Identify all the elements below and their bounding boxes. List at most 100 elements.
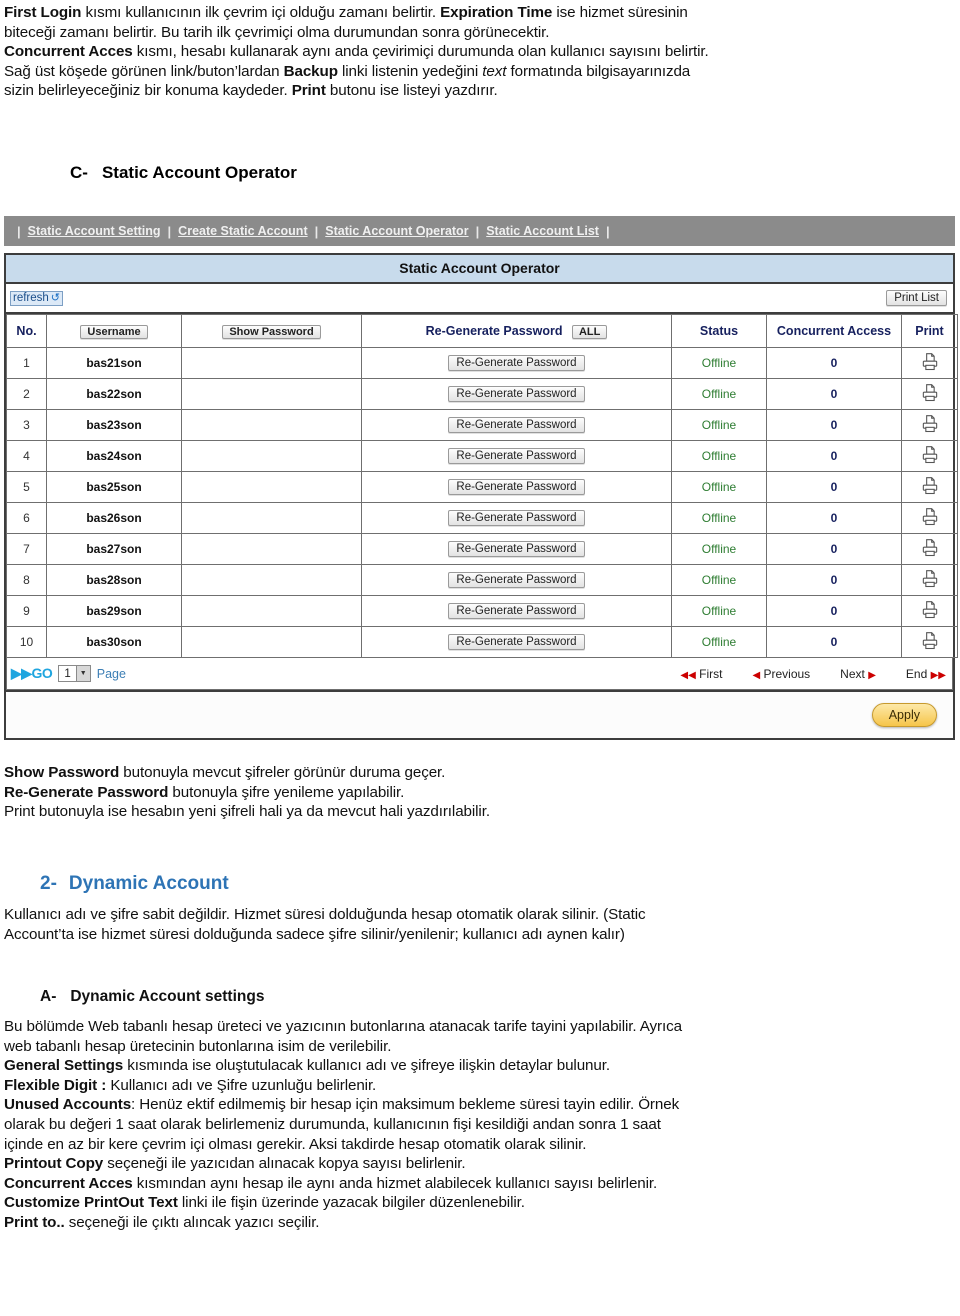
paragraph-p5: sizin belirleyeceğiniz bir konuma kayded…	[4, 81, 954, 101]
paragraph-a1: Show Password butonuyla mevcut şifreler …	[4, 763, 954, 783]
text-run: kısmından aynı hesap ile aynı anda hizme…	[132, 1174, 658, 1192]
static-account-operator-screenshot: | Static Account Setting | Create Static…	[4, 216, 958, 740]
printer-icon[interactable]	[920, 631, 940, 654]
heading-marker: C-	[70, 163, 88, 182]
apply-button[interactable]: Apply	[871, 703, 937, 727]
pagination-left: ▶▶GO 1 ▼ Page	[11, 665, 126, 682]
cell-username: bas22son	[46, 378, 182, 410]
document-page: First Login kısmı kullanıcının ilk çevri…	[0, 0, 960, 1316]
show-password-button[interactable]: Show Password	[222, 324, 321, 339]
heading-text: Dynamic Account settings	[70, 988, 265, 1005]
regenerate-password-button[interactable]: Re-Generate Password	[448, 634, 585, 650]
text-run: Bu bölümde Web tabanlı hesap üreteci ve …	[4, 1018, 682, 1035]
apply-bar: Apply	[4, 692, 955, 740]
cell-username: bas26son	[46, 502, 182, 534]
cell-regenerate: Re-Generate Password	[361, 471, 672, 503]
page-select[interactable]: 1 ▼	[58, 665, 91, 682]
dynamic-account-paragraphs: Kullanıcı adı ve şifre sabit değildir. H…	[4, 905, 954, 944]
cell-print	[901, 409, 958, 441]
cell-concurrent-access: 0	[766, 626, 902, 658]
paragraph-a3: Print butonuyla ise hesabın yeni şifreli…	[4, 802, 954, 822]
refresh-button[interactable]: refresh ↺	[10, 290, 64, 306]
table-row: 3 bas23son Re-Generate Password Offline 0	[6, 409, 958, 441]
printer-icon[interactable]	[920, 414, 940, 437]
menu-item-static-account-list[interactable]: Static Account List	[486, 224, 599, 238]
cell-print	[901, 595, 958, 627]
cell-password	[181, 502, 362, 534]
cell-username: bas30son	[46, 626, 182, 658]
regenerate-password-button[interactable]: Re-Generate Password	[448, 355, 585, 371]
double-chevron-right-icon: ▶▶	[11, 665, 32, 681]
paragraph-b9: Concurrent Acces kısmından aynı hesap il…	[4, 1174, 954, 1194]
after-screenshot-paragraphs: Show Password butonuyla mevcut şifreler …	[4, 763, 954, 822]
regenerate-password-button[interactable]: Re-Generate Password	[448, 510, 585, 526]
text-run: butonuyla şifre yenileme yapılabilir.	[168, 783, 405, 801]
regenerate-password-button[interactable]: Re-Generate Password	[448, 417, 585, 433]
printer-icon[interactable]	[920, 383, 940, 406]
text-run: linki ile fişin üzerinde yazacak bilgile…	[177, 1194, 525, 1212]
printer-icon[interactable]	[920, 569, 940, 592]
regenerate-password-label: Re-Generate Password	[425, 323, 563, 338]
refresh-label: refresh	[13, 291, 49, 304]
accounts-table: No. Username Show Password Re-Generate P…	[6, 314, 958, 658]
printer-icon[interactable]	[920, 445, 940, 468]
regenerate-password-button[interactable]: Re-Generate Password	[448, 448, 585, 464]
next-page-button[interactable]: Next ▶	[840, 667, 876, 681]
chevron-down-icon: ▼	[75, 666, 90, 681]
cell-regenerate: Re-Generate Password	[361, 347, 672, 379]
cell-no: 1	[6, 347, 47, 379]
printer-icon[interactable]	[920, 352, 940, 375]
table-row: 5 bas25son Re-Generate Password Offline 0	[6, 471, 958, 503]
first-page-button[interactable]: ◀◀ First	[680, 667, 722, 681]
end-page-button[interactable]: End ▶▶	[906, 667, 946, 681]
printer-icon[interactable]	[920, 476, 940, 499]
column-header-status: Status	[671, 314, 767, 348]
heading-marker: A-	[40, 988, 57, 1005]
intro-paragraphs: First Login kısmı kullanıcının ilk çevri…	[4, 3, 954, 101]
paragraph-b1: Bu bölümde Web tabanlı hesap üreteci ve …	[4, 1017, 954, 1037]
printer-icon[interactable]	[920, 538, 940, 561]
text-run: Unused Accounts	[4, 1096, 132, 1114]
cell-regenerate: Re-Generate Password	[361, 626, 672, 658]
paragraph-b11: Print to.. seçeneği ile çıktı alıncak ya…	[4, 1213, 954, 1233]
printer-icon[interactable]	[920, 507, 940, 530]
printer-icon[interactable]	[920, 600, 940, 623]
menu-item-static-account-setting[interactable]: Static Account Setting	[28, 224, 161, 238]
cell-password	[181, 440, 362, 472]
go-button[interactable]: ▶▶GO	[11, 665, 53, 682]
cell-no: 2	[6, 378, 47, 410]
cell-regenerate: Re-Generate Password	[361, 564, 672, 596]
print-list-button[interactable]: Print List	[886, 290, 947, 306]
text-run: Print to..	[4, 1213, 65, 1231]
cell-print	[901, 378, 958, 410]
heading-static-account-operator: C- Static Account Operator	[70, 163, 297, 183]
menu-separator: |	[17, 223, 21, 239]
paragraph-b8: Printout Copy seçeneği ile yazıcıdan alı…	[4, 1154, 954, 1174]
cell-no: 7	[6, 533, 47, 565]
menu-item-create-static-account[interactable]: Create Static Account	[178, 224, 307, 238]
regenerate-password-button[interactable]: Re-Generate Password	[448, 541, 585, 557]
heading-text: Static Account Operator	[101, 163, 297, 182]
paragraph-a2: Re-Generate Password butonuyla şifre yen…	[4, 783, 954, 803]
paragraph-p3: Concurrent Acces kısmı, hesabı kullanara…	[4, 42, 954, 62]
cell-concurrent-access: 0	[766, 595, 902, 627]
cell-username: bas24son	[46, 440, 182, 472]
username-sort-button[interactable]: Username	[80, 324, 148, 339]
regenerate-password-button[interactable]: Re-Generate Password	[448, 603, 585, 619]
regenerate-password-button[interactable]: Re-Generate Password	[448, 386, 585, 402]
status-badge: Offline	[671, 502, 767, 534]
cell-print	[901, 626, 958, 658]
regenerate-password-button[interactable]: Re-Generate Password	[448, 572, 585, 588]
previous-page-button[interactable]: ◀ Previous	[752, 667, 810, 681]
regenerate-all-button[interactable]: ALL	[571, 324, 608, 339]
text-run: Printout Copy	[4, 1155, 104, 1173]
table-row: 2 bas22son Re-Generate Password Offline 0	[6, 378, 958, 410]
text-run: Re-Generate Password	[4, 783, 169, 801]
app-panel: Static Account Operator refresh ↺ Print …	[4, 253, 958, 692]
regenerate-password-button[interactable]: Re-Generate Password	[448, 479, 585, 495]
cell-no: 5	[6, 471, 47, 503]
cell-password	[181, 471, 362, 503]
text-run: ise hizmet süresinin	[552, 4, 688, 21]
menu-item-static-account-operator[interactable]: Static Account Operator	[325, 224, 468, 238]
cell-password	[181, 564, 362, 596]
